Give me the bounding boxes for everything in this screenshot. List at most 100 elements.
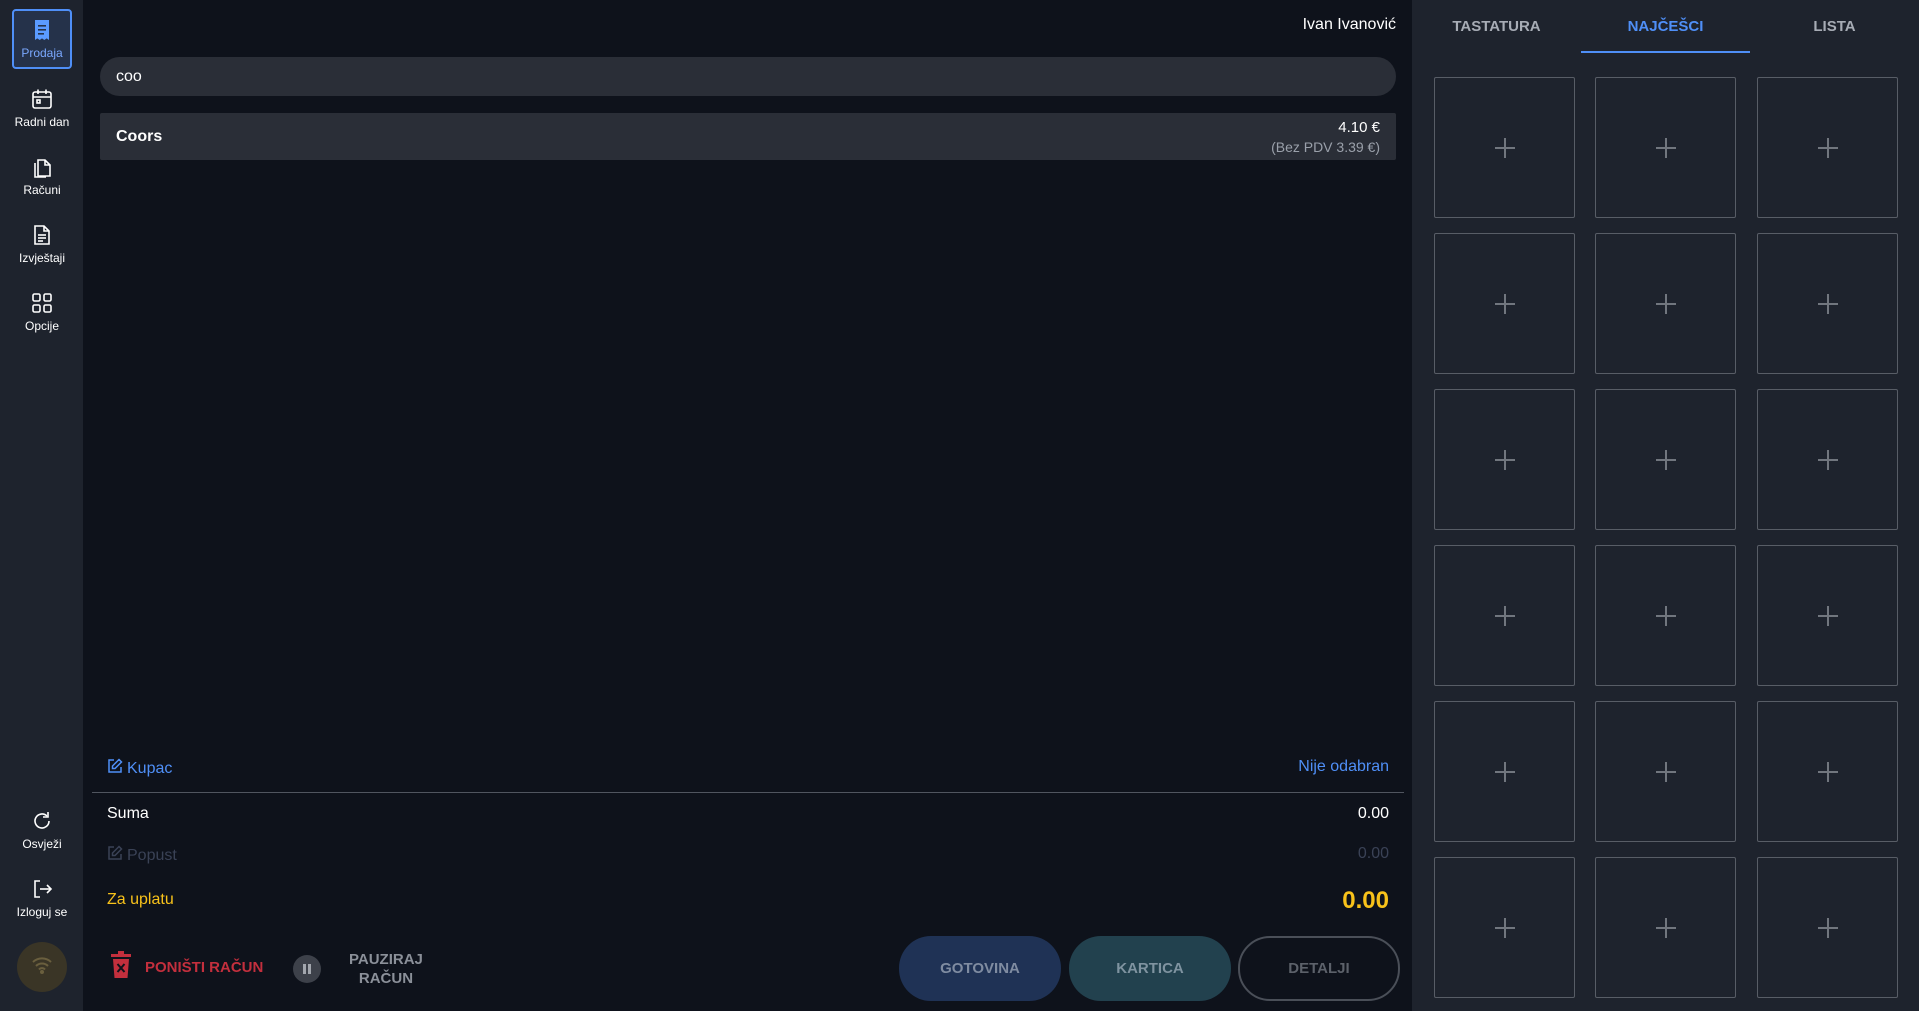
add-product-tile[interactable] xyxy=(1757,389,1898,530)
connection-status[interactable] xyxy=(17,942,67,992)
add-product-tile[interactable] xyxy=(1595,389,1736,530)
edit-icon xyxy=(107,845,123,866)
add-product-tile[interactable] xyxy=(1595,233,1736,374)
sidebar-item-label: Prodaja xyxy=(21,46,63,60)
customer-row: Kupac Nije odabran xyxy=(107,758,1389,780)
tab-tastatura[interactable]: TASTATURA xyxy=(1412,0,1581,53)
add-product-tile[interactable] xyxy=(1595,77,1736,218)
add-product-tile[interactable] xyxy=(1757,233,1898,374)
sidebar-item-label: Radni dan xyxy=(14,115,70,129)
discount-label: Popust xyxy=(127,846,177,864)
tab-najcesci[interactable]: NAJČEŠCI xyxy=(1581,0,1750,53)
pause-label-line1: PAUZIRAJ xyxy=(349,951,423,968)
divider xyxy=(92,792,1404,793)
add-product-tile[interactable] xyxy=(1434,233,1575,374)
plus-icon xyxy=(1494,293,1515,314)
edit-icon xyxy=(107,758,123,779)
calendar-icon xyxy=(30,87,54,111)
sidebar-item-label: Izvještaji xyxy=(18,251,65,265)
product-net-price: (Bez PDV 3.39 €) xyxy=(1271,139,1380,155)
pause-icon xyxy=(293,955,321,983)
customer-value[interactable]: Nije odabran xyxy=(1298,758,1389,776)
products-panel: TASTATURA NAJČEŠCI LISTA xyxy=(1412,0,1919,1011)
sidebar-item-label: Računi xyxy=(23,183,61,197)
add-product-tile[interactable] xyxy=(1595,701,1736,842)
plus-icon xyxy=(1494,449,1515,470)
refresh-label: Osvježi xyxy=(22,837,62,851)
plus-icon xyxy=(1655,449,1676,470)
add-product-tile[interactable] xyxy=(1595,545,1736,686)
logout-label: Izloguj se xyxy=(16,905,68,919)
plus-icon xyxy=(1494,761,1515,782)
search-result-row[interactable]: Coors 4.10 € (Bez PDV 3.39 €) xyxy=(100,113,1396,160)
plus-icon xyxy=(1655,605,1676,626)
add-product-tile[interactable] xyxy=(1434,701,1575,842)
sidebar: Prodaja Radni dan Računi Izvještaji Opci… xyxy=(0,0,83,1011)
pause-label-line2: RAČUN xyxy=(358,970,414,987)
sum-value: 0.00 xyxy=(1357,805,1389,822)
wifi-icon xyxy=(31,956,53,979)
plus-icon xyxy=(1655,137,1676,158)
refresh-icon xyxy=(30,809,54,833)
customer-edit-button[interactable]: Kupac xyxy=(107,758,172,779)
customer-label: Kupac xyxy=(127,759,173,777)
discount-value: 0.00 xyxy=(1357,845,1389,862)
add-product-tile[interactable] xyxy=(1434,857,1575,998)
plus-icon xyxy=(1494,137,1515,158)
plus-icon xyxy=(1494,605,1515,626)
add-product-tile[interactable] xyxy=(1434,77,1575,218)
sidebar-item-label: Opcije xyxy=(24,319,59,333)
total-row: Za uplatu 0.00 xyxy=(107,887,1389,914)
total-label: Za uplatu xyxy=(107,891,174,908)
product-name: Coors xyxy=(116,128,163,145)
discount-edit-button[interactable]: Popust xyxy=(107,845,177,866)
plus-icon xyxy=(1817,917,1838,938)
grid-icon xyxy=(30,291,54,315)
sidebar-item-opcije[interactable]: Opcije xyxy=(12,282,72,342)
add-product-tile[interactable] xyxy=(1434,389,1575,530)
plus-icon xyxy=(1655,293,1676,314)
receipt-icon xyxy=(30,18,54,42)
plus-icon xyxy=(1817,293,1838,314)
plus-icon xyxy=(1655,917,1676,938)
sum-label: Suma xyxy=(107,805,149,822)
pause-receipt-label: PAUZIRAJ RAČUN xyxy=(349,950,423,988)
report-icon xyxy=(30,223,54,247)
main-panel: Ivan Ivanović Coors 4.10 € (Bez PDV 3.39… xyxy=(83,0,1412,1011)
user-name: Ivan Ivanović xyxy=(1302,16,1396,33)
cash-payment-button[interactable]: GOTOVINA xyxy=(899,936,1061,1001)
documents-icon xyxy=(30,155,54,179)
add-product-tile[interactable] xyxy=(1757,857,1898,998)
refresh-button[interactable]: Osvježi xyxy=(12,800,72,860)
sidebar-item-prodaja[interactable]: Prodaja xyxy=(12,9,72,69)
pos-app: Prodaja Radni dan Računi Izvještaji Opci… xyxy=(0,0,1919,1011)
logout-icon xyxy=(30,877,54,901)
plus-icon xyxy=(1817,449,1838,470)
trash-icon xyxy=(109,951,133,983)
cancel-receipt-label: PONIŠTI RAČUN xyxy=(145,958,264,976)
add-product-tile[interactable] xyxy=(1757,545,1898,686)
add-product-tile[interactable] xyxy=(1757,77,1898,218)
sidebar-item-izvjestaji[interactable]: Izvještaji xyxy=(12,214,72,274)
total-value: 0.00 xyxy=(1342,887,1389,914)
details-button[interactable]: DETALJI xyxy=(1238,936,1400,1001)
add-product-tile[interactable] xyxy=(1434,545,1575,686)
product-price: 4.10 € xyxy=(1338,119,1380,136)
plus-icon xyxy=(1817,761,1838,782)
plus-icon xyxy=(1817,137,1838,158)
add-product-tile[interactable] xyxy=(1595,857,1736,998)
logout-button[interactable]: Izloguj se xyxy=(12,868,72,928)
tab-lista[interactable]: LISTA xyxy=(1750,0,1919,53)
pause-receipt-button[interactable]: PAUZIRAJ RAČUN xyxy=(293,950,423,988)
sidebar-item-racuni[interactable]: Računi xyxy=(12,146,72,206)
cancel-receipt-button[interactable]: PONIŠTI RAČUN xyxy=(109,951,263,983)
plus-icon xyxy=(1494,917,1515,938)
plus-icon xyxy=(1817,605,1838,626)
card-payment-button[interactable]: KARTICA xyxy=(1069,936,1231,1001)
add-product-tile[interactable] xyxy=(1757,701,1898,842)
sidebar-item-radni-dan[interactable]: Radni dan xyxy=(12,78,72,138)
search-input[interactable] xyxy=(100,57,1396,96)
sum-row: Suma 0.00 xyxy=(107,805,1389,827)
plus-icon xyxy=(1655,761,1676,782)
discount-row: Popust 0.00 xyxy=(107,845,1389,867)
